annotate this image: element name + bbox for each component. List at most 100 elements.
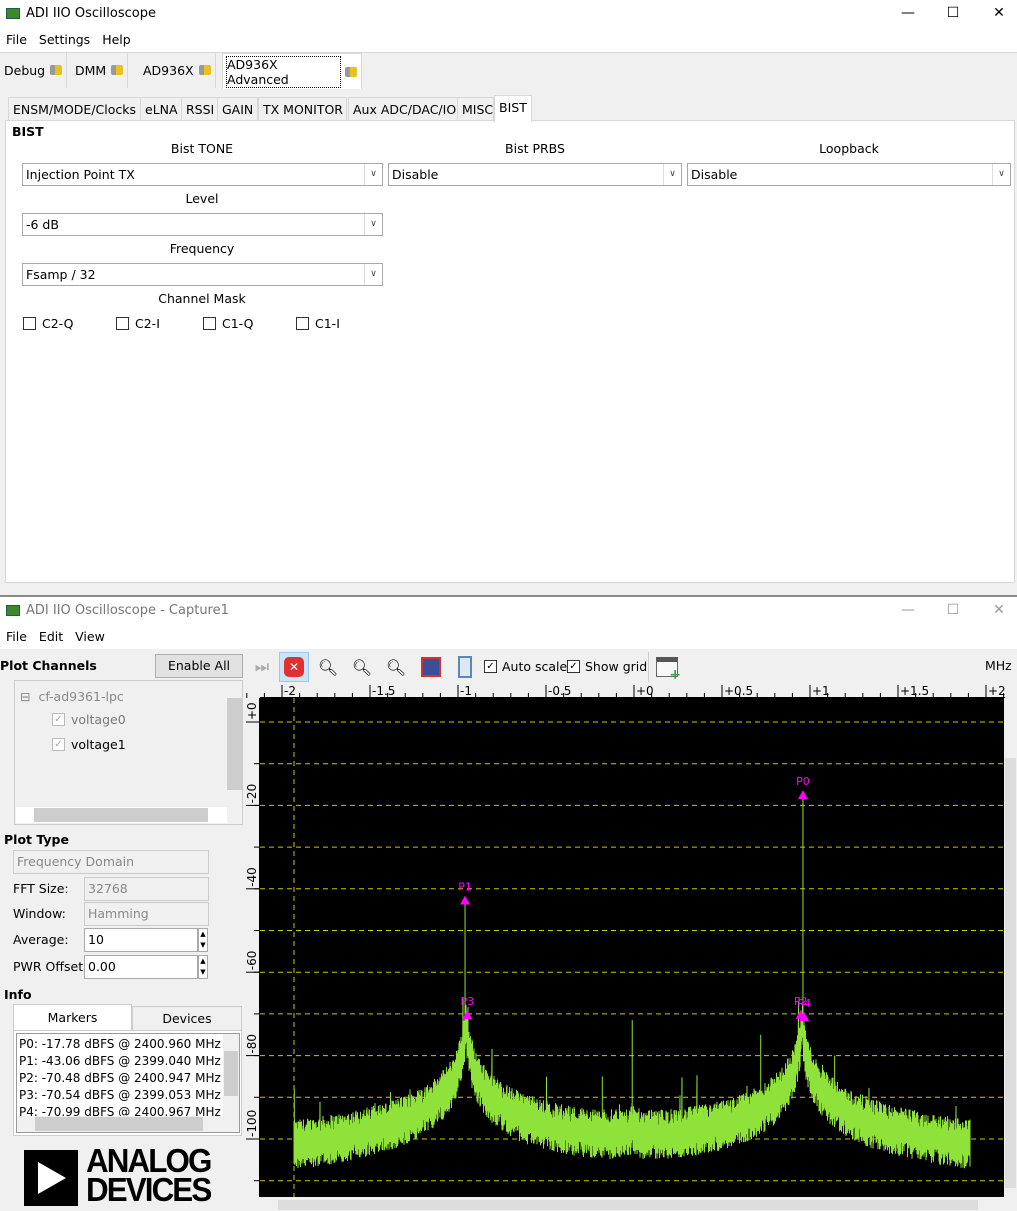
subtab-tx-monitor[interactable]: TX MONITOR [258, 97, 347, 121]
show-grid-checkbox[interactable]: ✓ Show grid [567, 659, 647, 674]
chevron-down-icon: ∨ [364, 264, 382, 285]
average-spinner[interactable]: ▲ ▼ [198, 928, 208, 952]
checkbox-label: Auto scale [502, 659, 568, 674]
spectrum-plot[interactable]: P0P1P2P3 P4 [260, 698, 1004, 1197]
tab-ad936x[interactable]: AD936X [139, 52, 216, 88]
plot-horizontal-scrollbar[interactable] [260, 1199, 1004, 1211]
subtab-misc[interactable]: MISC [457, 97, 494, 121]
x-axis: -2 -1.5 -1 -0.5 +0 +0.5 +1 +1.5 +2 [246, 684, 1005, 698]
x-tick-label: +0 [636, 684, 654, 698]
tab-ad936x-advanced[interactable]: AD936X Advanced [222, 53, 362, 89]
fullscreen-icon[interactable] [450, 652, 480, 682]
menu-file[interactable]: File [6, 629, 27, 644]
checkbox-box: ✓ [567, 660, 580, 673]
fft-size-select[interactable]: 32768 [84, 877, 209, 901]
menu-edit[interactable]: Edit [39, 629, 63, 644]
select-value: Hamming [88, 906, 149, 921]
horizontal-scrollbar[interactable] [17, 1116, 239, 1132]
pwr-offset-input[interactable]: 0.00 [84, 955, 198, 979]
unit-label: MHz [985, 658, 1012, 673]
subtab-gain[interactable]: GAIN [217, 97, 259, 121]
frequency-select[interactable]: Fsamp / 32 ∨ [22, 263, 383, 286]
checkbox-label: C1-I [315, 316, 340, 331]
marker-label: P1 [458, 881, 472, 894]
enable-all-button[interactable]: Enable All [155, 654, 243, 678]
marker-row: P0: -17.78 dBFS @ 2400.960 MHz [19, 1037, 221, 1051]
step-icon[interactable]: ⏭ [247, 652, 277, 682]
menu-file[interactable]: File [6, 32, 27, 47]
menu-settings[interactable]: Settings [39, 32, 90, 47]
pwr-offset-label: PWR Offset: [13, 959, 88, 974]
zoom-in-icon[interactable]: 🔍︎ [313, 652, 343, 682]
horizontal-scrollbar[interactable] [16, 807, 227, 823]
subtab-bist[interactable]: BIST [494, 95, 532, 122]
plot-vertical-scrollbar[interactable] [1004, 698, 1017, 1197]
window-select[interactable]: Hamming [84, 902, 209, 926]
y-tick-label: -100 [245, 1110, 259, 1137]
marker-row: P3: -70.54 dBFS @ 2399.053 MHz [19, 1088, 221, 1102]
marker-p0 [797, 790, 808, 800]
checkbox-c1-i[interactable]: C1-I [296, 316, 340, 331]
minimize-button[interactable]: — [885, 597, 931, 624]
channel-voltage1[interactable]: ✓ voltage1 [52, 737, 126, 752]
plug-icon [50, 65, 63, 75]
checkbox-c2-q[interactable]: C2-Q [23, 316, 74, 331]
auto-scale-checkbox[interactable]: ✓ Auto scale [484, 659, 567, 674]
vertical-scrollbar[interactable] [223, 1034, 239, 1116]
checkbox-c2-i[interactable]: C2-I [116, 316, 160, 331]
tab-markers[interactable]: Markers [13, 1004, 132, 1031]
zoom-fit-icon[interactable]: 🔍︎ [381, 652, 411, 682]
vertical-scrollbar[interactable] [227, 682, 242, 806]
bist-tone-select[interactable]: Injection Point TX ∨ [22, 163, 383, 186]
bist-prbs-select[interactable]: Disable ∨ [388, 163, 682, 186]
tab-debug[interactable]: Debug [0, 52, 68, 88]
maximize-button[interactable]: ☐ [930, 597, 976, 624]
menu-view[interactable]: View [75, 629, 105, 644]
select-value: 32768 [88, 881, 128, 896]
menu-help[interactable]: Help [102, 32, 131, 47]
close-button[interactable]: ✕ [976, 0, 1017, 27]
loopback-select[interactable]: Disable ∨ [687, 163, 1011, 186]
bist-panel: BIST Bist TONE Injection Point TX ∨ Bist … [5, 120, 1015, 583]
subtab-rssi[interactable]: RSSI [181, 97, 220, 121]
markers-list: P0: -17.78 dBFS @ 2400.960 MHz P1: -43.0… [16, 1033, 240, 1133]
checkbox-label: voltage1 [71, 737, 126, 752]
close-button[interactable]: ✕ [976, 597, 1017, 624]
maximize-button[interactable]: ☐ [930, 0, 976, 27]
tab-label: Debug [4, 62, 46, 78]
tab-label: AD936X [143, 62, 194, 78]
tab-dmm[interactable]: DMM [71, 52, 129, 88]
level-label: Level [185, 191, 219, 206]
marker-row: P1: -43.06 dBFS @ 2399.040 MHz [19, 1054, 221, 1068]
pwr-offset-spinner[interactable]: ▲ ▼ [198, 955, 208, 979]
checkbox-box [203, 317, 216, 330]
level-select[interactable]: -6 dB ∨ [22, 213, 383, 236]
bist-tone-label: Bist TONE [170, 141, 234, 156]
new-plot-icon[interactable]: + [652, 652, 682, 682]
checkbox-c1-q[interactable]: C1-Q [203, 316, 254, 331]
plot-type-title: Plot Type [4, 832, 69, 847]
subtab-aux[interactable]: Aux ADC/DAC/IO [348, 97, 462, 121]
tree-device[interactable]: ⊟ cf-ad9361-lpc [20, 689, 124, 704]
average-input[interactable]: 10 [84, 928, 198, 952]
plug-icon [198, 65, 211, 75]
minimize-button[interactable]: — [885, 0, 931, 27]
select-value: Fsamp / 32 [26, 267, 96, 282]
channel-voltage0[interactable]: ✓ voltage0 [52, 712, 126, 727]
x-tick-label: -1 [460, 684, 472, 698]
main-window: ADI IIO Oscilloscope — ☐ ✕ File Settings… [0, 0, 1017, 596]
logo-triangle-icon [24, 1150, 78, 1206]
checkbox-box: ✓ [484, 660, 497, 673]
channel-tree: ⊟ cf-ad9361-lpc ✓ voltage0 ✓ voltage1 [14, 680, 243, 825]
tab-devices[interactable]: Devices [132, 1006, 242, 1031]
checkbox-label: voltage0 [71, 712, 126, 727]
markers-panel: P0: -17.78 dBFS @ 2400.960 MHz P1: -43.0… [13, 1030, 242, 1136]
subtab-elna[interactable]: eLNA [140, 97, 183, 121]
zoom-out-icon[interactable]: 🔍︎ [347, 652, 377, 682]
save-icon[interactable] [416, 652, 446, 682]
checkbox-box: ✓ [52, 713, 65, 726]
marker-label: P0 [796, 775, 810, 788]
stop-button[interactable]: ✕ [279, 652, 309, 682]
plot-type-select[interactable]: Frequency Domain [13, 850, 209, 874]
subtab-ensm[interactable]: ENSM/MODE/Clocks [8, 97, 142, 121]
